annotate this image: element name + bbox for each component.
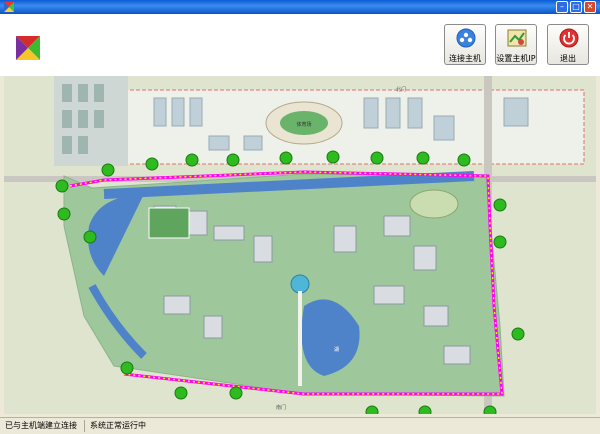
maximize-button[interactable]: □: [570, 1, 582, 13]
minimize-button[interactable]: –: [556, 1, 568, 13]
power-icon: [559, 28, 579, 48]
lake-label: 湖: [334, 346, 339, 353]
app-window: – □ ✕ 连接主机 设置主机IP 退出 体育场 湖 北门 南门 已与主机端建立…: [0, 0, 600, 434]
sensor-node[interactable]: [370, 151, 384, 165]
connect-host-label: 连接主机: [449, 54, 481, 63]
sensor-node[interactable]: [483, 405, 497, 414]
status-separator: [84, 420, 85, 432]
north-gate-label: 北门: [396, 86, 406, 93]
sensor-node[interactable]: [120, 361, 134, 375]
connect-host-button[interactable]: 连接主机: [444, 24, 486, 65]
stadium-label: 体育场: [296, 121, 311, 128]
sensor-node[interactable]: [101, 163, 115, 177]
sensor-node[interactable]: [55, 179, 69, 193]
sensor-node[interactable]: [145, 157, 159, 171]
app-icon: [4, 2, 14, 12]
sensor-node[interactable]: [229, 386, 243, 400]
sensor-node[interactable]: [326, 150, 340, 164]
south-gate-label: 南门: [276, 404, 286, 411]
sensor-node[interactable]: [174, 386, 188, 400]
system-status: 系统正常运行中: [90, 421, 146, 430]
sensor-node[interactable]: [457, 153, 471, 167]
campus-map[interactable]: 体育场 湖 北门 南门: [4, 76, 596, 414]
close-button[interactable]: ✕: [584, 1, 596, 13]
set-host-ip-label: 设置主机IP: [496, 54, 536, 63]
network-icon: [456, 28, 476, 48]
sensor-node[interactable]: [493, 198, 507, 212]
toolbar: 连接主机 设置主机IP 退出: [0, 14, 600, 76]
sensor-node[interactable]: [279, 151, 293, 165]
settings-map-icon: [507, 29, 527, 47]
sensor-node[interactable]: [416, 151, 430, 165]
sensor-node[interactable]: [418, 405, 432, 414]
exit-label: 退出: [560, 54, 576, 63]
connection-status: 已与主机端建立连接: [5, 421, 77, 430]
sensor-node[interactable]: [511, 327, 525, 341]
sensor-node[interactable]: [57, 207, 71, 221]
sensor-node[interactable]: [185, 153, 199, 167]
status-bar: 已与主机端建立连接 系统正常运行中: [0, 417, 600, 434]
sensor-node[interactable]: [365, 405, 379, 414]
exit-button[interactable]: 退出: [547, 24, 589, 65]
title-bar[interactable]: – □ ✕: [0, 0, 600, 14]
sensor-node[interactable]: [493, 235, 507, 249]
app-logo-icon: [16, 36, 40, 60]
sensor-node[interactable]: [226, 153, 240, 167]
set-host-ip-button[interactable]: 设置主机IP: [495, 24, 537, 65]
sensor-node[interactable]: [83, 230, 97, 244]
